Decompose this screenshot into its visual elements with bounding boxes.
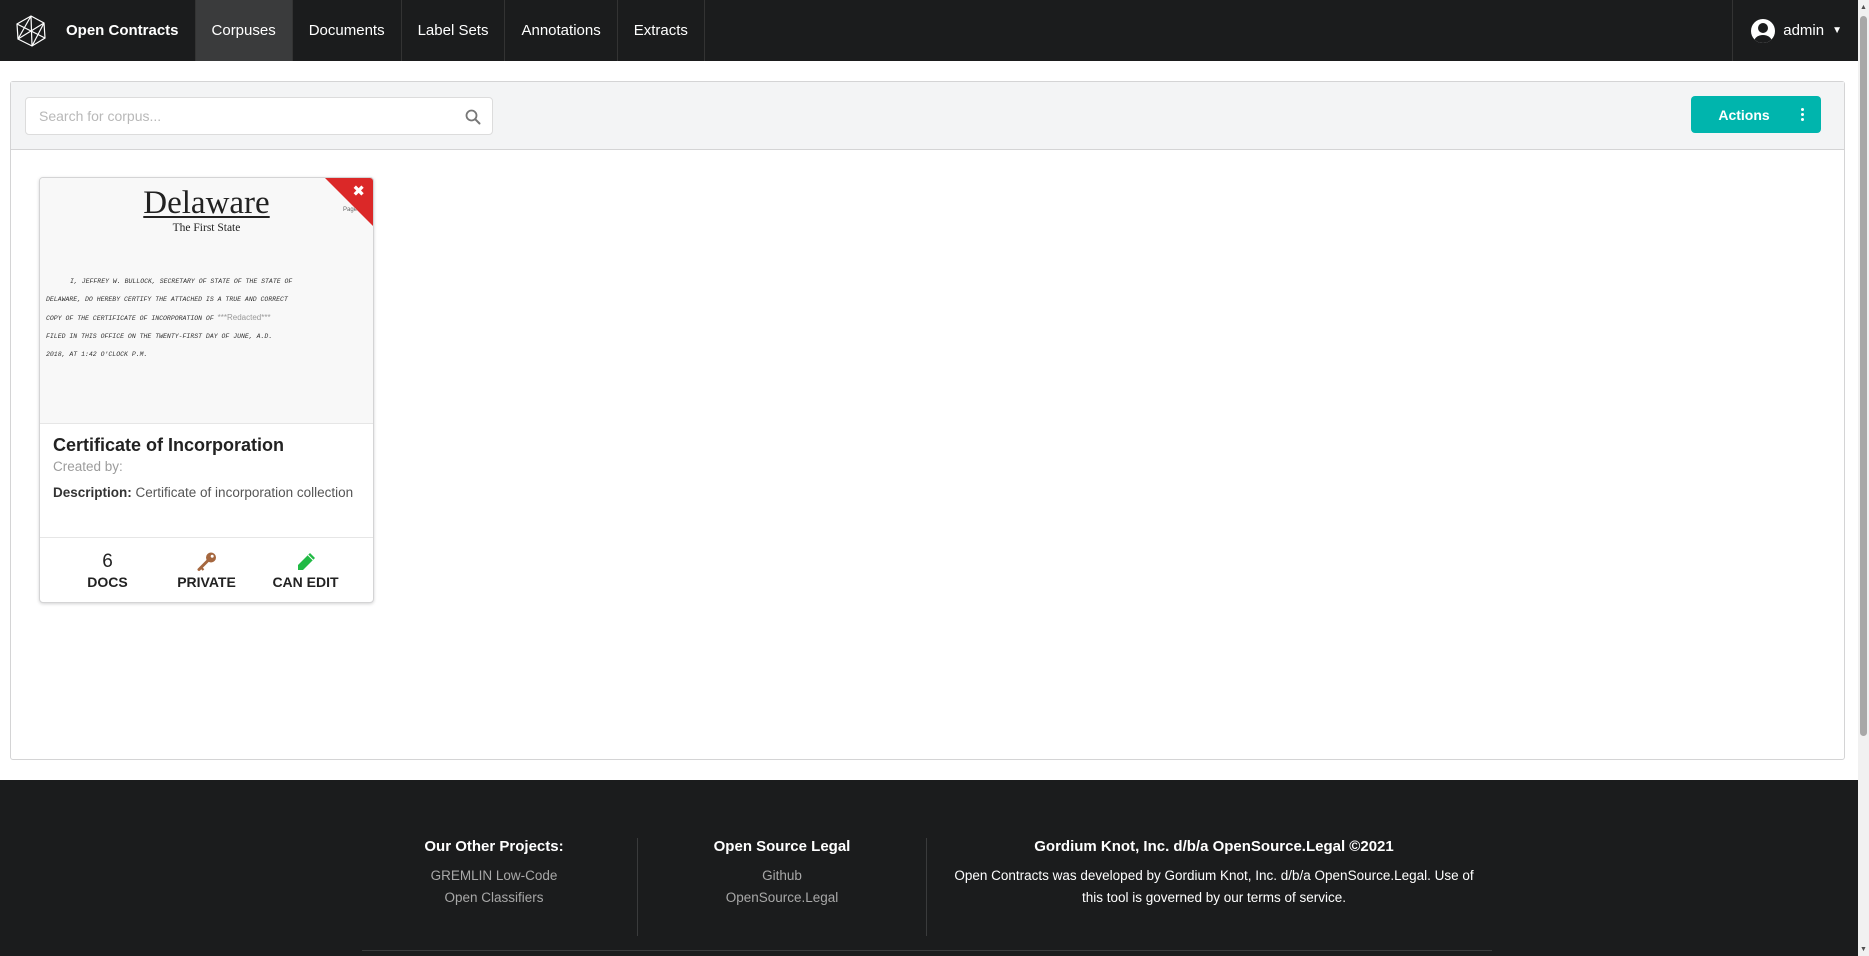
footer-other-projects: Our Other Projects: GREMLIN Low-Code Ope… [382,838,606,909]
user-name: admin [1783,22,1825,39]
footer-about-text: this tool is governed by our terms of se… [1081,890,1347,905]
thumbnail-line-text: COPY OF THE CERTIFICATE OF INCORPORATION… [46,315,214,322]
scroll-thumb[interactable] [1860,16,1867,736]
thumbnail-subtitle: The First State [172,222,241,234]
visibility-label: PRIVATE [177,573,236,590]
corpus-search-input[interactable] [26,98,446,134]
footer-heading: Open Source Legal [713,838,851,855]
footer-heading: Our Other Projects: [424,838,564,855]
nav-item-extracts[interactable]: Extracts [616,0,705,61]
brand-name[interactable]: Open Contracts [62,0,195,61]
thumbnail-line: FILED IN THIS OFFICE ON THE TWENTY-FIRST… [46,333,273,340]
top-navbar: Open Contracts Corpuses Documents Label … [0,0,1858,61]
corpus-toolbar: Actions [11,82,1844,150]
nav-item-label-sets[interactable]: Label Sets [400,0,505,61]
actions-button[interactable]: Actions [1691,96,1821,133]
docs-count: 6 [102,550,113,572]
footer-link-opensource-legal[interactable]: OpenSource.Legal [668,887,896,909]
thumbnail-title: Delaware [143,185,270,221]
footer-link-github[interactable]: Github [668,865,896,887]
created-by: Created by: [53,459,123,474]
actions-button-label: Actions [1718,106,1770,123]
thumbnail-line: I, JEFFREY W. BULLOCK, SECRETARY OF STAT… [70,278,293,285]
description-label: Description: [53,485,132,500]
docs-label: DOCS [87,573,128,590]
close-icon[interactable]: ✖ [352,184,365,199]
page-footer: Our Other Projects: GREMLIN Low-Code Ope… [0,780,1858,956]
footer-divider [637,838,638,936]
footer-link-open-classifiers[interactable]: Open Classifiers [382,887,606,909]
redacted-text: ***Redacted*** [217,313,271,322]
footer-divider [926,838,927,936]
footer-heading: Gordium Knot, Inc. d/b/a OpenSource.Lega… [1034,838,1394,855]
corpus-search-box[interactable] [25,97,493,135]
scroll-up-arrow-icon[interactable]: ▲ [1858,0,1869,14]
page-scrollbar[interactable]: ▲ ▼ [1858,0,1869,956]
corpus-panel: Actions Delaware The First State I, JEFF… [10,81,1845,760]
card-stats: 6 DOCS PRIVATE CAN EDIT [40,537,373,602]
delete-corner-ribbon[interactable] [325,178,373,226]
docs-stat: 6 DOCS [63,551,153,590]
thumbnail-line: DELAWARE, DO HEREBY CERTIFY THE ATTACHED… [46,296,288,303]
description-text: Certificate of incorporation collection [135,485,354,500]
thumbnail-body: I, JEFFREY W. BULLOCK, SECRETARY OF STAT… [46,273,351,364]
ellipsis-vertical-icon [1783,108,1821,121]
permission-stat: CAN EDIT [261,551,351,590]
search-icon[interactable] [465,109,481,125]
footer-rule [362,950,1492,951]
footer-open-source-legal: Open Source Legal Github OpenSource.Lega… [668,838,896,909]
corpus-thumbnail: Delaware The First State I, JEFFREY W. B… [40,178,373,424]
nav-item-annotations[interactable]: Annotations [504,0,616,61]
visibility-stat: PRIVATE [162,551,252,590]
user-circle-icon [1751,18,1776,43]
footer-about-text: Open Contracts was developed by Gordium … [954,868,1474,883]
caret-down-icon: ▼ [1832,25,1842,36]
open-contracts-logo-icon[interactable] [0,0,62,61]
footer-about: Gordium Knot, Inc. d/b/a OpenSource.Lega… [940,838,1488,909]
card-content: Certificate of Incorporation Created by:… [40,424,373,503]
corpus-title: Certificate of Incorporation [53,435,285,455]
nav-item-corpuses[interactable]: Corpuses [194,0,292,61]
footer-link-gremlin[interactable]: GREMLIN Low-Code [382,865,606,887]
user-menu[interactable]: admin ▼ [1732,0,1858,61]
thumbnail-line: COPY OF THE CERTIFICATE OF INCORPORATION… [46,309,351,328]
permission-label: CAN EDIT [272,573,339,590]
nav-item-documents[interactable]: Documents [291,0,401,61]
scroll-down-arrow-icon[interactable]: ▼ [1858,942,1869,956]
key-icon [196,551,218,572]
corpus-description: Description: Certificate of incorporatio… [53,483,360,503]
thumbnail-line: 2018, AT 1:42 O'CLOCK P.M. [46,351,148,358]
corpus-card[interactable]: Delaware The First State I, JEFFREY W. B… [39,177,374,603]
pencil-icon [295,551,317,572]
